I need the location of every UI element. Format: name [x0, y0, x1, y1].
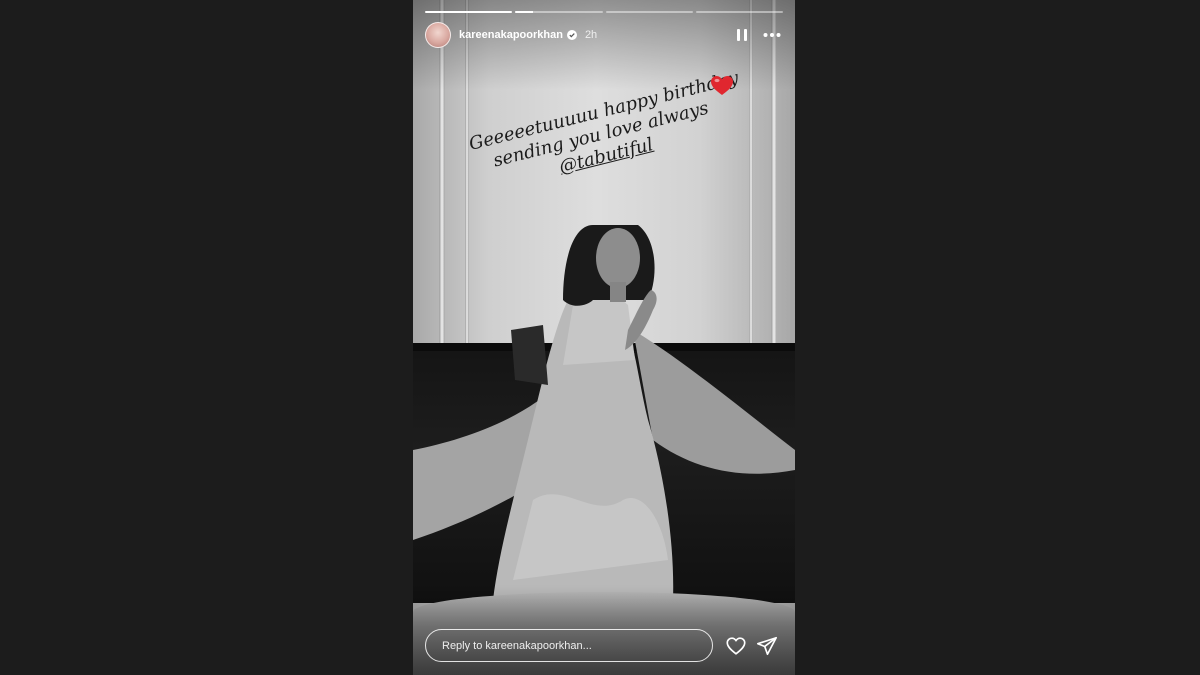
pause-button[interactable]: [731, 24, 753, 46]
more-options-button[interactable]: [761, 24, 783, 46]
post-time: 2h: [584, 29, 598, 41]
red-heart-emoji: [711, 76, 733, 95]
username[interactable]: kareenakapoorkhan: [459, 29, 563, 41]
progress-segment: [515, 11, 603, 13]
reply-input[interactable]: [425, 629, 713, 662]
verified-badge-icon: [566, 30, 577, 40]
send-icon: [757, 636, 777, 656]
page-background: kareenakapoorkhan 2h Geeeeetuuuuu happy …: [0, 0, 1200, 675]
progress-segment: [425, 11, 513, 13]
pause-icon: [737, 29, 747, 41]
heart-icon: [726, 637, 746, 655]
progress-segment: [605, 11, 693, 13]
story-progress-bar: [425, 11, 783, 13]
like-button[interactable]: [725, 635, 747, 657]
progress-segment: [695, 11, 783, 13]
story-viewer[interactable]: kareenakapoorkhan 2h Geeeeetuuuuu happy …: [413, 0, 795, 675]
avatar[interactable]: [425, 22, 451, 48]
progress-segment-fill: [515, 11, 533, 13]
share-button[interactable]: [756, 635, 778, 657]
progress-segment-fill: [425, 11, 513, 13]
story-header: kareenakapoorkhan 2h: [425, 22, 783, 48]
more-icon: [763, 33, 781, 37]
story-photo-person: [413, 225, 795, 600]
